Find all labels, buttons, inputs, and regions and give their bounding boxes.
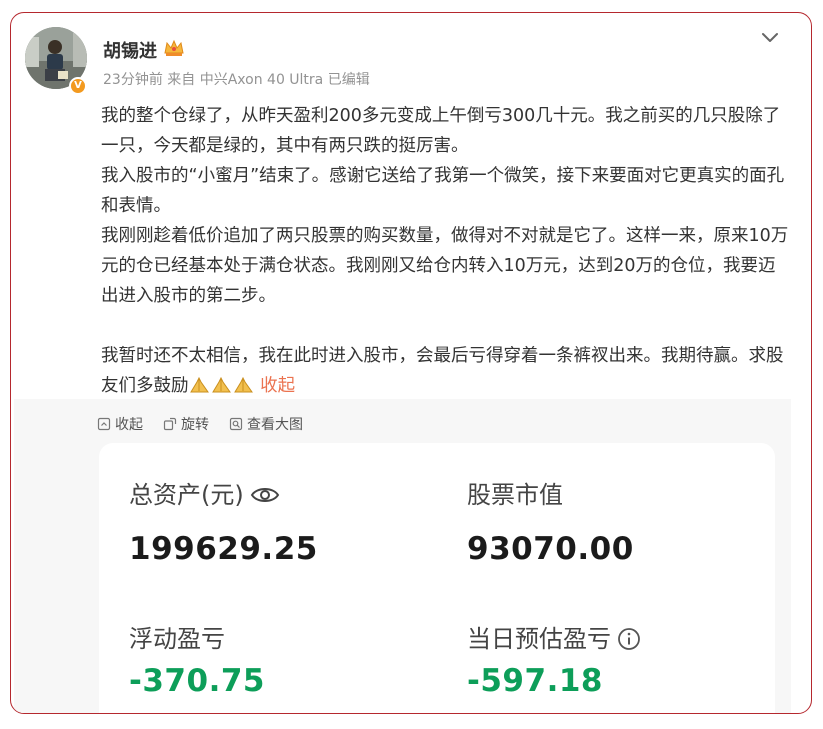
folded-hands-emoji <box>233 376 253 393</box>
view-large-image-button[interactable]: 查看大图 <box>229 414 303 434</box>
collapse-icon <box>97 417 111 431</box>
post-paragraph-last: 我暂时还不太相信，我在此时进入股市，会最后亏得穿着一条裤衩出来。我期待赢。求股友… <box>101 341 791 401</box>
post-body: 我的整个仓绿了，从昨天盈利200多元变成上午倒亏300几十元。我之前买的几只股除… <box>101 101 791 401</box>
post-paragraph: 我的整个仓绿了，从昨天盈利200多元变成上午倒亏300几十元。我之前买的几只股除… <box>101 106 781 156</box>
market-value-label: 股票市值 <box>467 481 563 509</box>
floating-pl-label: 浮动盈亏 <box>129 625 225 653</box>
collapse-image-label: 收起 <box>115 417 143 433</box>
market-value-value: 93070.00 <box>467 531 634 567</box>
rotate-icon <box>163 417 177 431</box>
total-assets-label-text: 总资产(元) <box>129 481 244 509</box>
post-image[interactable]: 总资产(元) 股票市值 199629.25 93070.00 浮动盈亏 当日预估… <box>99 443 775 713</box>
view-large-image-label: 查看大图 <box>247 417 303 433</box>
image-toolbar: 收起 旋转 查看大图 <box>97 411 323 437</box>
daily-pl-label: 当日预估盈亏 <box>467 619 641 654</box>
total-assets-label: 总资产(元) <box>129 475 280 510</box>
verified-badge-icon: V <box>69 77 87 95</box>
post-meta: 23分钟前 来自 中兴Axon 40 Ultra 已编辑 <box>103 72 370 88</box>
daily-pl-value: -597.18 <box>467 663 603 699</box>
post-paragraph: 我刚刚趁着低价追加了两只股票的购买数量，做得对不对就是它了。这样一来，原来10万… <box>101 226 789 306</box>
collapse-text-link[interactable]: 收起 <box>260 376 295 396</box>
post-paragraph: 我入股市的“小蜜月”结束了。感谢它送给了我第一个微笑，接下来要面对它更真实的面孔… <box>101 166 785 216</box>
eye-icon[interactable] <box>250 484 280 506</box>
total-assets-value: 199629.25 <box>129 531 318 567</box>
folded-hands-emoji <box>211 376 231 393</box>
chevron-down-icon[interactable] <box>759 27 781 47</box>
daily-pl-label-text: 当日预估盈亏 <box>467 625 611 653</box>
collapse-image-button[interactable]: 收起 <box>97 414 143 434</box>
weibo-post-card: V 胡锡进 23分钟前 来自 中兴Axon 40 Ultra 已编辑 我的整个仓… <box>10 12 812 714</box>
username[interactable]: 胡锡进 <box>103 37 157 63</box>
floating-pl-value: -370.75 <box>129 663 265 699</box>
folded-hands-emoji <box>189 376 209 393</box>
rotate-image-label: 旋转 <box>181 417 209 433</box>
rotate-image-button[interactable]: 旋转 <box>163 414 209 434</box>
view-large-icon <box>229 417 243 431</box>
crown-icon[interactable] <box>163 38 185 58</box>
info-icon[interactable] <box>617 627 641 651</box>
